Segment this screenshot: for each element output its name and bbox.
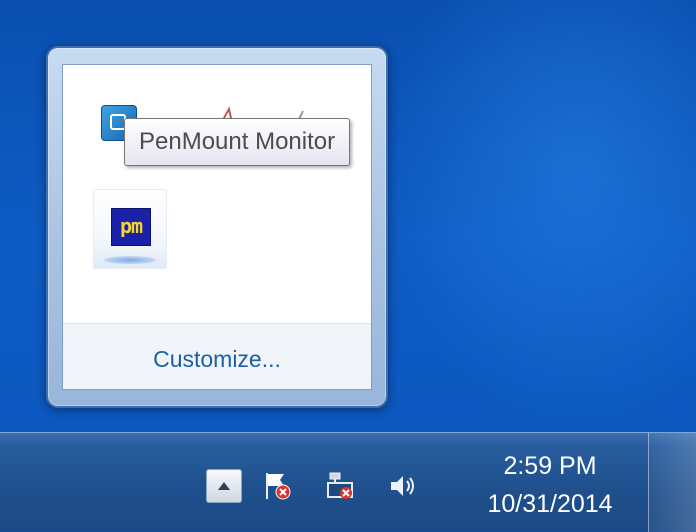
- hidden-icons-area: pm: [63, 65, 371, 323]
- taskbar: 2:59 PM 10/31/2014: [0, 432, 696, 532]
- volume-icon[interactable]: [388, 471, 418, 501]
- show-desktop-button[interactable]: [648, 433, 696, 532]
- network-icon[interactable]: [326, 471, 356, 501]
- desktop-glow: [380, 0, 696, 432]
- clock-date: 10/31/2014: [487, 490, 613, 518]
- pm-icon: pm: [111, 208, 151, 246]
- customize-link[interactable]: Customize...: [63, 346, 371, 373]
- hover-glow: [104, 256, 156, 264]
- notification-overflow-flyout: pm Customize...: [46, 46, 388, 408]
- pm-tray-item[interactable]: pm: [93, 189, 167, 269]
- system-clock[interactable]: 2:59 PM 10/31/2014: [470, 447, 630, 523]
- tooltip: PenMount Monitor: [124, 118, 351, 166]
- flyout-panel: pm Customize...: [62, 64, 372, 390]
- clock-time: 2:59 PM: [503, 452, 597, 480]
- customize-footer: Customize...: [63, 324, 371, 389]
- show-hidden-icons-button[interactable]: [206, 469, 242, 503]
- chevron-up-icon: [218, 482, 230, 490]
- action-center-flag-icon[interactable]: [262, 471, 292, 501]
